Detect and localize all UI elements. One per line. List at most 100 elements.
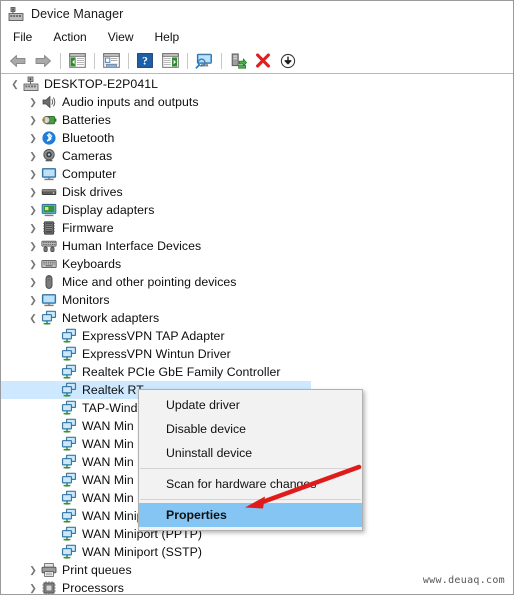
tree-row-adapter[interactable]: ExpressVPN TAP Adapter bbox=[1, 327, 513, 345]
toolbar-separator bbox=[94, 53, 95, 69]
ctx-uninstall-device[interactable]: Uninstall device bbox=[139, 441, 362, 465]
chevron-right-icon[interactable]: ❯ bbox=[25, 184, 41, 200]
tree-label: TAP-Wind bbox=[82, 401, 138, 415]
chevron-right-icon[interactable]: ❯ bbox=[25, 112, 41, 128]
tree-label: Realtek PCIe GbE Family Controller bbox=[82, 365, 281, 379]
tree-row-batteries[interactable]: ❯ Batteries bbox=[1, 111, 513, 129]
show-hide-action-pane-icon bbox=[162, 53, 179, 68]
device-manager-icon bbox=[8, 6, 24, 22]
device-manager-window: Device Manager File Action View Help bbox=[0, 0, 514, 595]
toolbar: ? bbox=[1, 48, 513, 74]
uninstall-device-icon bbox=[255, 53, 271, 69]
title-bar: Device Manager bbox=[1, 1, 513, 27]
toolbar-action-pane[interactable] bbox=[159, 50, 181, 72]
tree-label: Cameras bbox=[62, 149, 112, 163]
chevron-right-icon[interactable]: ❯ bbox=[25, 292, 41, 308]
tree-row-bluetooth[interactable]: ❯ Bluetooth bbox=[1, 129, 513, 147]
toolbar-help[interactable]: ? bbox=[134, 50, 156, 72]
context-menu-separator bbox=[140, 468, 361, 469]
properties-icon bbox=[103, 53, 120, 68]
display-adapter-icon bbox=[41, 202, 57, 218]
tree-label: WAN Min bbox=[82, 491, 134, 505]
network-adapter-icon bbox=[61, 544, 77, 560]
chevron-right-icon[interactable]: ❯ bbox=[25, 256, 41, 272]
tree-row-computer[interactable]: ❯ Computer bbox=[1, 165, 513, 183]
toolbar-console-tree[interactable] bbox=[66, 50, 88, 72]
tree-label: Print queues bbox=[62, 563, 132, 577]
toolbar-back[interactable] bbox=[7, 50, 29, 72]
printer-icon bbox=[41, 562, 57, 578]
ctx-properties[interactable]: Properties bbox=[139, 503, 362, 527]
tree-row-audio[interactable]: ❯ Audio inputs and outputs bbox=[1, 93, 513, 111]
firmware-icon bbox=[41, 220, 57, 236]
tree-label: WAN Miniport (SSTP) bbox=[82, 545, 202, 559]
svg-text:?: ? bbox=[142, 56, 148, 68]
chevron-right-icon[interactable]: ❯ bbox=[25, 238, 41, 254]
toolbar-properties[interactable] bbox=[100, 50, 122, 72]
tree-label: ExpressVPN Wintun Driver bbox=[82, 347, 231, 361]
chevron-right-icon[interactable]: ❯ bbox=[25, 202, 41, 218]
monitor-icon bbox=[41, 292, 57, 308]
tree-label: WAN Min bbox=[82, 437, 134, 451]
chevron-right-icon[interactable]: ❯ bbox=[25, 274, 41, 290]
tree-row-keyboards[interactable]: ❯ Keyboards bbox=[1, 255, 513, 273]
chevron-right-icon[interactable]: ❯ bbox=[25, 562, 41, 578]
menu-view[interactable]: View bbox=[104, 29, 144, 46]
chevron-right-icon[interactable]: ❯ bbox=[25, 220, 41, 236]
tree-row-adapter[interactable]: Realtek PCIe GbE Family Controller bbox=[1, 363, 513, 381]
tree-row-firmware[interactable]: ❯ Firmware bbox=[1, 219, 513, 237]
ctx-update-driver[interactable]: Update driver bbox=[139, 393, 362, 417]
tree-row-network-adapters[interactable]: ❮ Network adapters bbox=[1, 309, 513, 327]
tree-row-monitors[interactable]: ❯ Monitors bbox=[1, 291, 513, 309]
toolbar-separator bbox=[187, 53, 188, 69]
hid-icon bbox=[41, 238, 57, 254]
tree-label: Processors bbox=[62, 581, 124, 594]
network-adapter-icon bbox=[61, 508, 77, 524]
ctx-disable-device[interactable]: Disable device bbox=[139, 417, 362, 441]
menu-file[interactable]: File bbox=[9, 29, 42, 46]
chevron-right-icon[interactable]: ❯ bbox=[25, 94, 41, 110]
network-adapter-icon bbox=[61, 382, 77, 398]
tree-row-disk-drives[interactable]: ❯ Disk drives bbox=[1, 183, 513, 201]
toolbar-separator bbox=[221, 53, 222, 69]
network-adapter-icon bbox=[61, 364, 77, 380]
ctx-scan-hardware-changes[interactable]: Scan for hardware changes bbox=[139, 472, 362, 496]
tree-row-adapter[interactable]: ExpressVPN Wintun Driver bbox=[1, 345, 513, 363]
disable-device-icon bbox=[280, 53, 296, 69]
help-icon: ? bbox=[137, 53, 153, 68]
toolbar-uninstall-device[interactable] bbox=[252, 50, 274, 72]
toolbar-update-driver[interactable] bbox=[227, 50, 249, 72]
tree-label: Realtek RT bbox=[82, 383, 144, 397]
network-adapter-icon bbox=[61, 328, 77, 344]
tree-row-mice[interactable]: ❯ Mice and other pointing devices bbox=[1, 273, 513, 291]
tree-label: Disk drives bbox=[62, 185, 123, 199]
network-adapter-icon bbox=[61, 472, 77, 488]
chevron-right-icon[interactable]: ❯ bbox=[25, 166, 41, 182]
chevron-right-icon[interactable]: ❯ bbox=[25, 130, 41, 146]
menu-help[interactable]: Help bbox=[151, 29, 190, 46]
toolbar-scan-hardware[interactable] bbox=[193, 50, 215, 72]
network-adapter-icon bbox=[61, 346, 77, 362]
menu-action[interactable]: Action bbox=[49, 29, 96, 46]
chevron-right-icon[interactable]: ❯ bbox=[25, 580, 41, 594]
toolbar-forward[interactable] bbox=[32, 50, 54, 72]
processor-icon bbox=[41, 580, 57, 594]
tree-label: Human Interface Devices bbox=[62, 239, 201, 253]
tree-row-display-adapters[interactable]: ❯ Display adapters bbox=[1, 201, 513, 219]
network-adapter-icon bbox=[61, 526, 77, 542]
menu-bar: File Action View Help bbox=[1, 27, 513, 48]
battery-icon bbox=[41, 112, 57, 128]
forward-arrow-icon bbox=[34, 54, 52, 68]
chevron-right-icon[interactable]: ❯ bbox=[25, 148, 41, 164]
tree-row-desktop[interactable]: ❮ DESKTOP-E2P041L bbox=[1, 75, 513, 93]
tree-label: WAN Min bbox=[82, 455, 134, 469]
tree-row-adapter[interactable]: WAN Miniport (SSTP) bbox=[1, 543, 513, 561]
toolbar-disable-device[interactable] bbox=[277, 50, 299, 72]
tree-row-cameras[interactable]: ❯ Cameras bbox=[1, 147, 513, 165]
chevron-down-icon[interactable]: ❮ bbox=[7, 76, 23, 92]
chevron-down-icon[interactable]: ❮ bbox=[25, 310, 41, 326]
show-hide-console-tree-icon bbox=[69, 53, 86, 68]
context-menu[interactable]: Update driver Disable device Uninstall d… bbox=[138, 389, 363, 531]
tree-row-hid[interactable]: ❯ Human Interface Devices bbox=[1, 237, 513, 255]
tree-label: Monitors bbox=[62, 293, 110, 307]
